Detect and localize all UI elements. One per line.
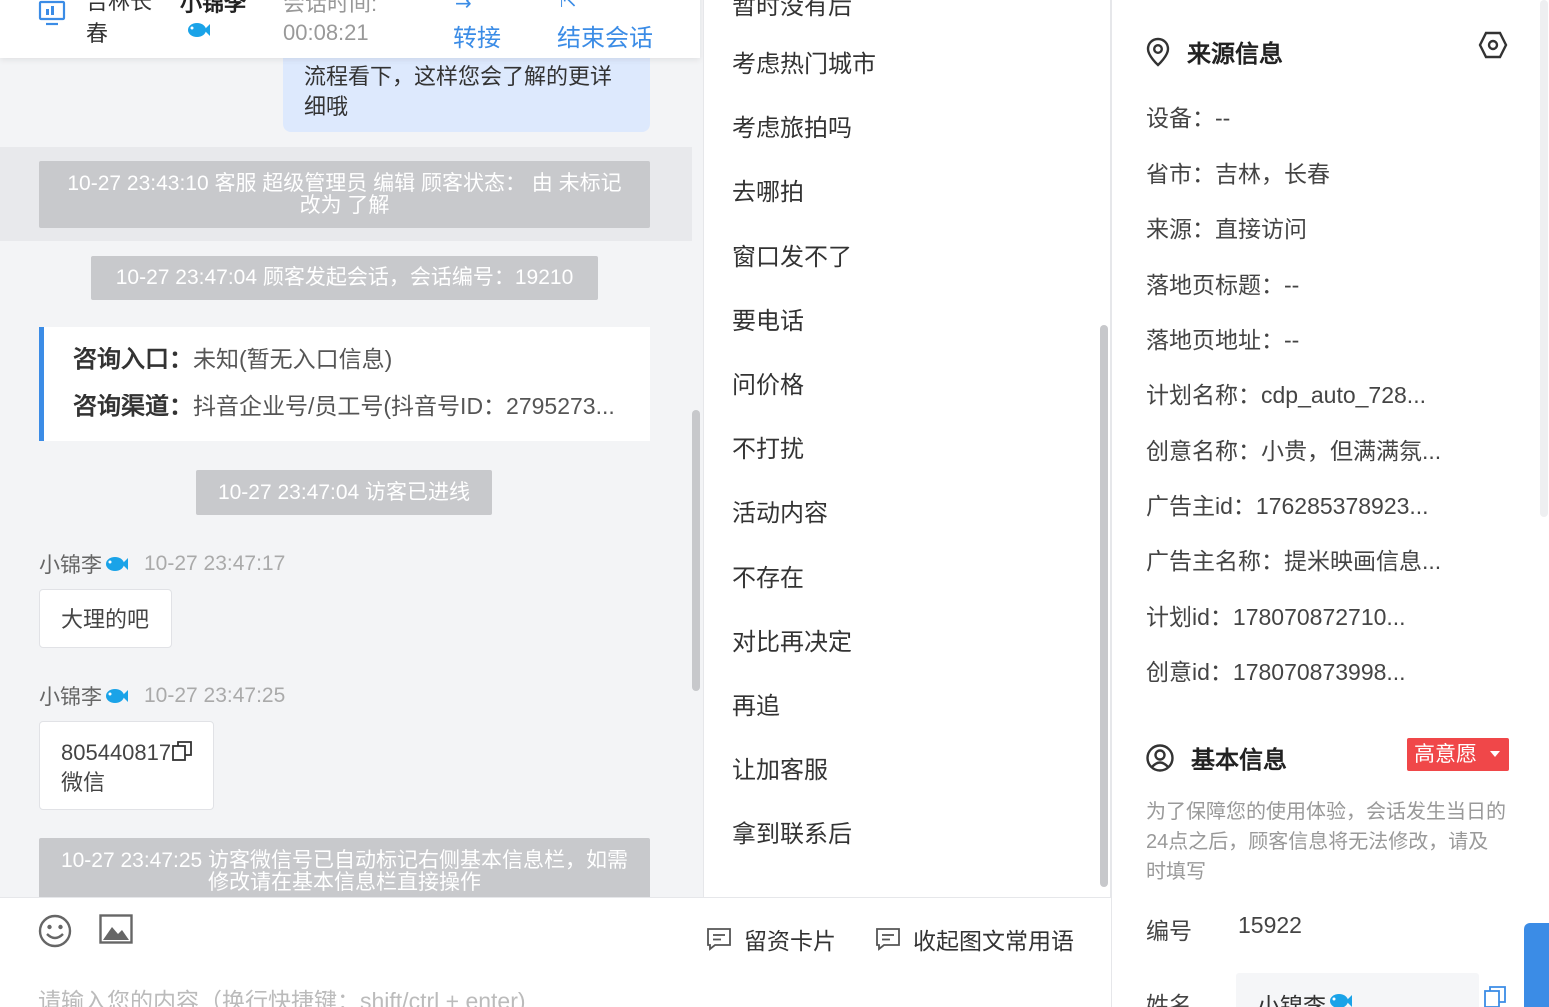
visitor-message-bubble: 大理的吧 xyxy=(39,589,172,648)
emoji-icon[interactable] xyxy=(38,914,72,948)
transfer-icon[interactable]: ⇉ xyxy=(455,0,472,13)
session-time-value: 00:08:21 xyxy=(283,20,369,45)
name-value: 小锦李 xyxy=(1257,993,1326,1007)
info-scrollbar[interactable] xyxy=(1540,0,1548,517)
consult-channel-value: 抖音企业号/员工号(抖音号ID：2795273... xyxy=(193,394,615,419)
field-creative-id: 创意id：178070873998... xyxy=(1146,659,1406,685)
system-note-status-change: 10-27 23:43:10 客服 超级管理员 编辑 顾客状态： 由 未标记 改… xyxy=(39,161,650,228)
phrase-item[interactable]: 再追 xyxy=(732,686,780,721)
message-meta: 小锦李 10-27 23:47:25 xyxy=(39,681,285,711)
number-label: 编号 xyxy=(1146,918,1192,944)
chat-header: 吉林长春 小锦李 会话时间: 00:08:21 ⇉ 转接 ⇱ 结束会话 xyxy=(0,0,700,58)
monitor-icon xyxy=(38,0,66,26)
basic-info-title: 基本信息 xyxy=(1191,747,1287,774)
settings-icon[interactable] xyxy=(1478,31,1508,59)
message-time: 10-27 23:47:25 xyxy=(144,684,286,707)
chat-scrollbar[interactable] xyxy=(692,410,700,691)
transfer-button[interactable]: 转接 xyxy=(453,18,501,53)
collapse-phrases-button[interactable]: 收起图文常用语 xyxy=(875,922,1074,956)
intent-level-label: 高意愿 xyxy=(1414,743,1477,766)
phrase-item[interactable]: 暂时没有后 xyxy=(732,0,852,21)
douyin-fish-icon xyxy=(106,557,128,571)
message-sender: 小锦李 xyxy=(39,554,102,577)
consult-channel-row: 咨询渠道：抖音企业号/员工号(抖音号ID：2795273... xyxy=(73,394,623,441)
floating-side-button[interactable] xyxy=(1524,923,1549,1007)
number-value: 15922 xyxy=(1238,912,1302,938)
session-time-label: 会话时间: xyxy=(283,0,378,16)
message-time: 10-27 23:47:17 xyxy=(144,552,286,575)
basic-info-header: 基本信息 xyxy=(1146,740,1287,775)
copy-icon[interactable] xyxy=(1484,986,1506,1007)
visitor-message-bubble: 805440817 微信 xyxy=(39,721,214,810)
caret-down-icon xyxy=(1490,751,1500,757)
phrase-item[interactable]: 考虑热门城市 xyxy=(732,44,876,79)
exit-icon[interactable]: ⇱ xyxy=(560,0,577,13)
message-card-icon xyxy=(707,928,731,951)
consult-entry-card: 咨询入口：未知(暂无入口信息) 咨询渠道：抖音企业号/员工号(抖音号ID：279… xyxy=(39,327,650,441)
field-landing-title: 落地页标题：-- xyxy=(1146,272,1300,298)
wechat-label: 微信 xyxy=(61,770,106,795)
phrase-item[interactable]: 不存在 xyxy=(732,558,804,593)
name-label: 姓名 xyxy=(1146,992,1192,1007)
customer-info-panel: 来源信息 设备：-- 省市：吉林，长春 来源：直接访问 落地页标题：-- 落地页… xyxy=(1111,0,1549,1007)
consult-channel-label: 咨询渠道： xyxy=(73,394,193,420)
source-info-header: 来源信息 xyxy=(1146,34,1283,69)
field-device: 设备：-- xyxy=(1146,105,1231,131)
field-plan-id: 计划id：178070872710... xyxy=(1146,604,1406,630)
quick-phrase-list: 暂时没有后 考虑热门城市 考虑旅拍吗 去哪拍 窗口发不了 要电话 问价格 不打扰… xyxy=(703,0,1111,897)
douyin-fish-icon xyxy=(106,689,128,703)
edit-notice: 为了保障您的使用体验，会话发生当日的24点之后，顾客信息将无法修改，请及时填写 xyxy=(1146,801,1506,883)
visitor-name: 小锦李 xyxy=(180,0,247,16)
field-plan-name: 计划名称：cdp_auto_728... xyxy=(1146,382,1426,408)
field-landing-url: 落地页地址：-- xyxy=(1146,327,1300,353)
intent-level-dropdown[interactable]: 高意愿 xyxy=(1407,738,1509,771)
end-session-button[interactable]: 结束会话 xyxy=(557,18,653,53)
message-input[interactable]: 请输入您的内容（换行快捷键：shift/ctrl + enter) xyxy=(38,982,526,1007)
image-icon[interactable] xyxy=(99,914,133,944)
agent-reply-bubble: 流程看下，这样您会了解的更详细哦 xyxy=(283,50,650,132)
consult-entry-row: 咨询入口：未知(暂无入口信息) xyxy=(73,347,623,394)
source-info-title: 来源信息 xyxy=(1187,41,1283,68)
phrase-scrollbar[interactable] xyxy=(1100,325,1108,887)
phrase-item[interactable]: 让加客服 xyxy=(732,750,828,785)
lead-card-button[interactable]: 留资卡片 xyxy=(706,922,836,956)
chat-panel: 吉林长春 小锦李 会话时间: 00:08:21 ⇉ 转接 ⇱ 结束会话 流程看下… xyxy=(0,0,703,897)
douyin-fish-icon xyxy=(188,23,210,37)
message-sender: 小锦李 xyxy=(39,686,102,709)
system-note-wechat-tag: 10-27 23:47:25 访客微信号已自动标记右侧基本信息栏，如需修改请在基… xyxy=(39,838,650,897)
phrase-item[interactable]: 不打扰 xyxy=(732,429,804,464)
lead-card-label: 留资卡片 xyxy=(744,928,836,954)
system-note-visitor-online: 10-27 23:47:04 访客已进线 xyxy=(196,470,492,515)
field-advertiser-name: 广告主名称：提米映画信息... xyxy=(1146,548,1442,574)
phrase-item[interactable]: 要电话 xyxy=(732,301,804,336)
visitor-location: 吉林长春 xyxy=(86,0,153,46)
consult-entry-label: 咨询入口： xyxy=(73,347,193,373)
consult-entry-value: 未知(暂无入口信息) xyxy=(193,347,393,372)
message-meta: 小锦李 10-27 23:47:17 xyxy=(39,549,285,579)
message-card-icon xyxy=(876,928,900,951)
phrase-item[interactable]: 窗口发不了 xyxy=(732,237,852,272)
copy-icon[interactable] xyxy=(172,741,192,761)
douyin-fish-icon xyxy=(1330,994,1352,1007)
field-advertiser-id: 广告主id：176285378923... xyxy=(1146,493,1429,519)
phrase-item[interactable]: 拿到联系后 xyxy=(732,814,852,849)
field-creative-name: 创意名称：小贵，但满满氛... xyxy=(1146,438,1442,464)
field-province-city: 省市：吉林，长春 xyxy=(1146,161,1330,187)
phrase-item[interactable]: 对比再决定 xyxy=(732,622,852,657)
name-field[interactable]: 小锦李 xyxy=(1236,973,1479,1007)
phrase-item[interactable]: 问价格 xyxy=(732,365,804,400)
phrase-item[interactable]: 考虑旅拍吗 xyxy=(732,108,852,143)
system-note-session-start: 10-27 23:47:04 顾客发起会话，会话编号：19210 xyxy=(91,256,598,300)
location-pin-icon xyxy=(1146,37,1170,67)
message-input-bar: 留资卡片 收起图文常用语 请输入您的内容（换行快捷键：shift/ctrl + … xyxy=(0,897,1111,1007)
user-circle-icon xyxy=(1146,743,1174,772)
collapse-phrases-label: 收起图文常用语 xyxy=(913,928,1074,954)
field-source: 来源：直接访问 xyxy=(1146,216,1307,242)
phrase-item[interactable]: 活动内容 xyxy=(732,493,828,528)
phrase-item[interactable]: 去哪拍 xyxy=(732,172,804,207)
